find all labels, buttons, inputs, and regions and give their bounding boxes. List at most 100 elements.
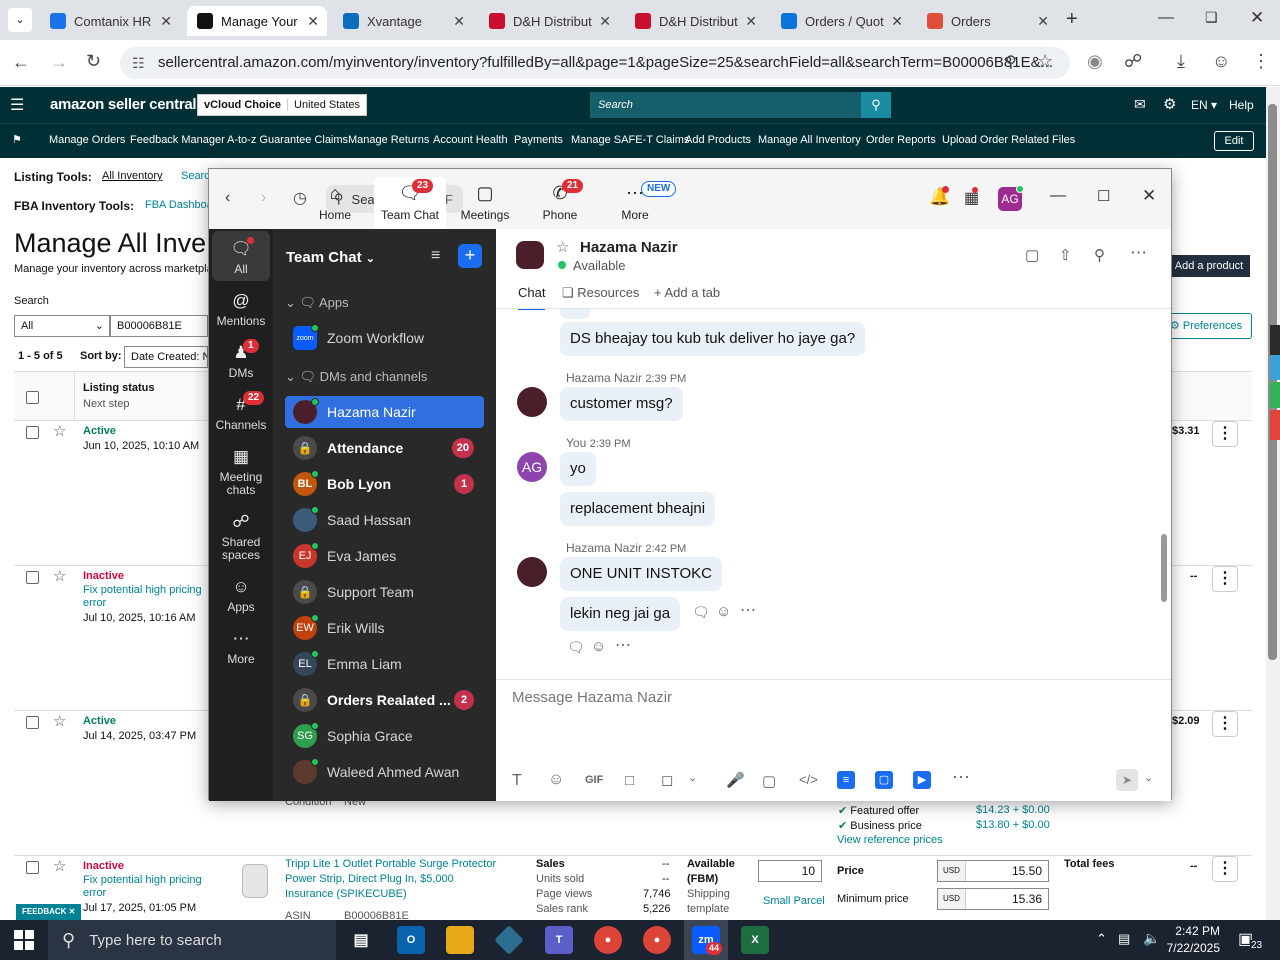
- reply-icon[interactable]: 🗨: [692, 604, 710, 621]
- send-options-chevron-icon[interactable]: ⌄: [1144, 771, 1153, 784]
- mail-icon[interactable]: ✉: [1134, 96, 1146, 113]
- chat-list-item[interactable]: 🔒 Attendance 20: [285, 432, 484, 464]
- price-input[interactable]: USD 15.50: [937, 860, 1049, 882]
- gif-icon[interactable]: GIF: [585, 774, 603, 786]
- video-call-icon[interactable]: ▢: [1025, 246, 1039, 264]
- emoji-react-icon[interactable]: ☺: [591, 638, 606, 655]
- network-icon[interactable]: ▤: [1118, 931, 1130, 947]
- browser-tab[interactable]: Comtanix HR ✕: [40, 6, 180, 36]
- teams-icon[interactable]: T: [545, 926, 573, 954]
- rail-all[interactable]: 🗨 All: [209, 239, 273, 276]
- taskbar-search-box[interactable]: ⚲ Type here to search: [48, 920, 336, 960]
- send-icon[interactable]: ➤: [1116, 769, 1138, 791]
- store-selector[interactable]: vCloud Choice United States: [197, 94, 368, 116]
- row-checkbox[interactable]: [26, 716, 39, 729]
- forward-icon[interactable]: →: [50, 52, 68, 73]
- add-product-button[interactable]: Add a product: [1168, 255, 1250, 277]
- message-more-icon[interactable]: ⋯: [615, 635, 631, 655]
- nav-item[interactable]: Add Products: [685, 134, 751, 146]
- file-icon[interactable]: □: [625, 772, 634, 789]
- row-checkbox[interactable]: [26, 426, 39, 439]
- message-bubble[interactable]: DS bheajay tou kub tuk deliver ho jaye g…: [560, 322, 866, 356]
- topnav-team-chat[interactable]: 🗨 Team Chat 23: [374, 177, 446, 229]
- video-message-icon[interactable]: ▢: [762, 772, 776, 790]
- all-inventory-link[interactable]: All Inventory: [102, 170, 163, 182]
- nav-item[interactable]: Manage Returns: [348, 134, 429, 146]
- chrome-icon[interactable]: ●: [594, 926, 622, 954]
- nav-item[interactable]: Order Reports: [866, 134, 936, 146]
- excel-icon[interactable]: X: [741, 926, 769, 954]
- nav-item[interactable]: Manage All Inventory: [758, 134, 861, 146]
- browser-tab[interactable]: D&H Distribut ✕: [625, 6, 765, 36]
- add-tab-button[interactable]: + Add a tab: [654, 285, 720, 300]
- message-input[interactable]: Message Hazama Nazir: [512, 689, 1152, 749]
- close-icon[interactable]: ✕: [1142, 186, 1156, 206]
- shipping-template-link[interactable]: Small Parcel: [763, 895, 825, 907]
- share-screen-icon[interactable]: ⇧: [1059, 246, 1072, 264]
- search-tools-link[interactable]: Searc: [181, 170, 210, 182]
- close-tab-icon[interactable]: ✕: [745, 13, 757, 30]
- zoom-workflow-item[interactable]: zoom Zoom Workflow: [285, 322, 484, 354]
- preferences-button[interactable]: ⚙ Preferences: [1160, 313, 1252, 339]
- view-reference-prices-link[interactable]: View reference prices: [837, 834, 943, 846]
- minimize-window-button[interactable]: —: [1158, 9, 1174, 27]
- fba-dashboard-link[interactable]: FBA Dashboa: [145, 199, 213, 211]
- amazon-logo[interactable]: amazon seller central: [50, 96, 197, 113]
- tab-resources[interactable]: ❏ Resources: [562, 285, 639, 301]
- nav-item[interactable]: A-to-z Guarantee Claims: [227, 134, 348, 146]
- address-bar[interactable]: ☷ sellercentral.amazon.com/myinventory/i…: [120, 47, 1070, 79]
- back-icon[interactable]: ←: [12, 52, 30, 73]
- rail-channels[interactable]: # Channels 22: [209, 391, 273, 432]
- rail-apps[interactable]: ☺ Apps: [209, 577, 273, 614]
- extensions-icon[interactable]: ☍: [1124, 51, 1142, 72]
- topnav-home[interactable]: ⌂ Home: [299, 169, 371, 229]
- chrome-profile-icon[interactable]: ●: [643, 926, 671, 954]
- chat-list-item[interactable]: EJ Eva James: [285, 540, 484, 572]
- sender-avatar[interactable]: [517, 387, 547, 417]
- chat-list-item[interactable]: 🔒 Support Team: [285, 576, 484, 608]
- chat-list-item[interactable]: EW Erik Wills: [285, 612, 484, 644]
- emoji-icon[interactable]: ☺: [548, 771, 564, 789]
- nav-item[interactable]: Account Health: [433, 134, 508, 146]
- zoom-icon[interactable]: ⚲: [1005, 52, 1017, 72]
- row-actions-menu-icon[interactable]: ⋮: [1212, 856, 1238, 882]
- favorite-star-icon[interactable]: ☆: [556, 238, 569, 256]
- back-arrow-icon[interactable]: ‹: [225, 189, 230, 207]
- message-bubble[interactable]: lekin neg jai ga: [560, 597, 681, 631]
- close-tab-icon[interactable]: ✕: [1037, 13, 1049, 30]
- new-tab-button[interactable]: +: [1066, 8, 1078, 31]
- message-bubble[interactable]: ONE UNIT INSTOKC: [560, 557, 722, 591]
- clock-time[interactable]: 2:42 PM: [1170, 924, 1220, 938]
- task-view-icon[interactable]: ▤: [347, 926, 375, 954]
- favorite-star-icon[interactable]: ☆: [53, 857, 66, 875]
- edit-nav-button[interactable]: Edit: [1214, 131, 1254, 151]
- help-link[interactable]: Help: [1229, 98, 1254, 112]
- team-chat-title[interactable]: Team Chat ⌄: [286, 249, 375, 266]
- nav-item[interactable]: Feedback Manager: [130, 134, 225, 146]
- close-tab-icon[interactable]: ✕: [307, 13, 319, 30]
- sender-avatar[interactable]: [517, 557, 547, 587]
- close-tab-icon[interactable]: ✕: [453, 13, 465, 30]
- fix-pricing-link[interactable]: Fix potential high pricing error: [83, 584, 208, 610]
- self-avatar[interactable]: AG: [517, 452, 547, 482]
- message-bubble[interactable]: customer msg?: [560, 387, 683, 421]
- favorite-star-icon[interactable]: ☆: [53, 422, 66, 440]
- quantity-input[interactable]: 10: [758, 860, 822, 882]
- app-diamond-icon[interactable]: [494, 925, 524, 955]
- code-snippet-icon[interactable]: </>: [799, 772, 818, 787]
- header-search-input[interactable]: Search: [590, 92, 862, 118]
- minimize-icon[interactable]: —: [1050, 187, 1066, 205]
- app-shortcut-icon[interactable]: ≡: [837, 771, 855, 789]
- clock-date[interactable]: 7/22/2025: [1160, 941, 1220, 955]
- restore-window-button[interactable]: ❏: [1205, 9, 1218, 26]
- chat-list-item[interactable]: Waleed Ahmed Awan: [285, 756, 484, 788]
- nav-item[interactable]: Manage Orders: [49, 134, 125, 146]
- row-actions-menu-icon[interactable]: ⋮: [1212, 711, 1238, 737]
- favorite-star-icon[interactable]: ☆: [53, 712, 66, 730]
- language-selector[interactable]: EN ▾: [1191, 98, 1217, 112]
- rail-mentions[interactable]: @ Mentions: [209, 291, 273, 328]
- product-title-link[interactable]: Tripp Lite 1 Outlet Portable Surge Prote…: [285, 857, 505, 902]
- close-tab-icon[interactable]: ✕: [160, 13, 172, 30]
- min-price-input[interactable]: USD 15.36: [937, 888, 1049, 910]
- windows-start-icon[interactable]: [14, 930, 34, 950]
